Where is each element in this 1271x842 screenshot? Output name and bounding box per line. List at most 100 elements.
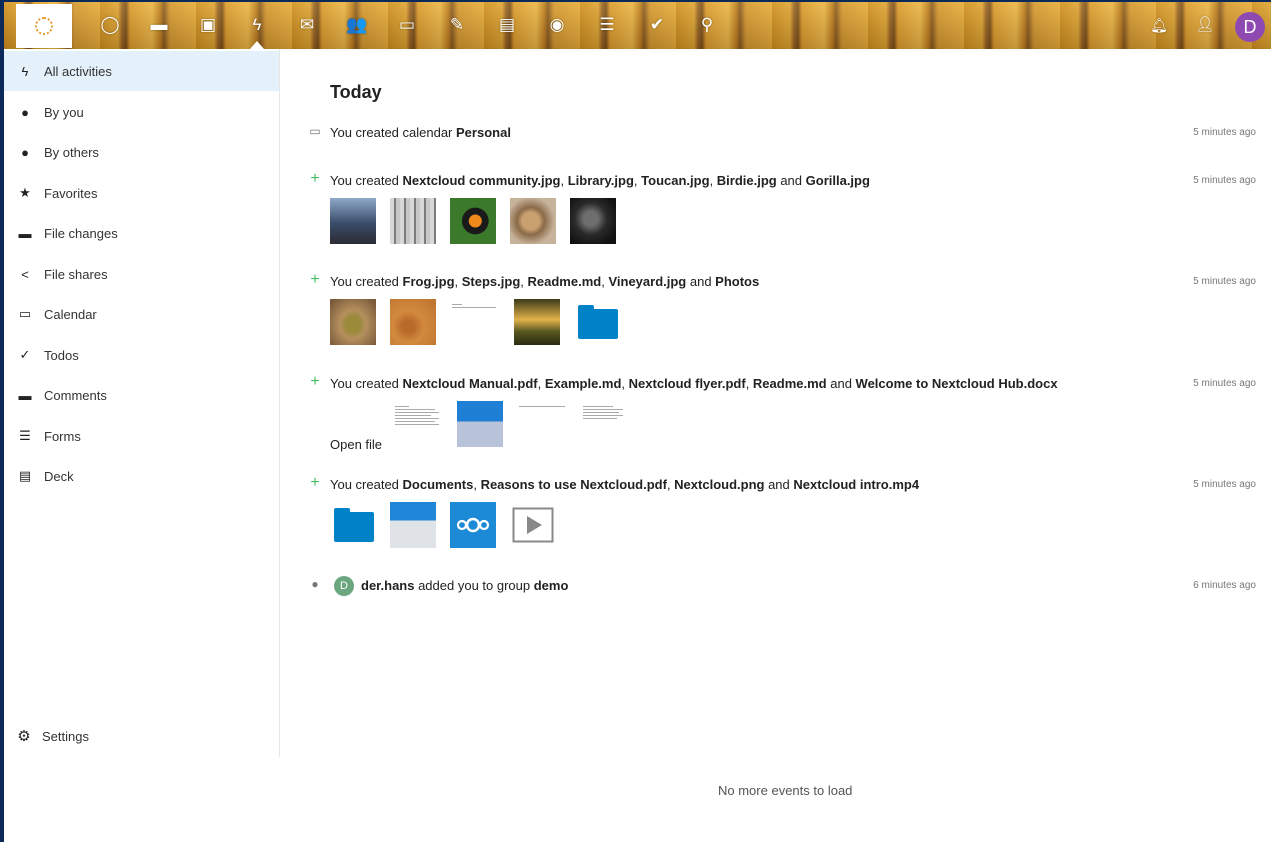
top-header: ◯ ▬ ▣ ϟ ✉ 👥 ▭ ✎ ▤ ◉ ☰ ✔ ⚲ 🔔︎ 👤︎ D <box>4 2 1271 49</box>
sidebar-item-forms[interactable]: ☰ Forms <box>4 416 279 456</box>
files-icon[interactable]: ▬ <box>148 14 170 36</box>
preview-row <box>330 198 616 244</box>
folder-icon: ▬ <box>18 225 32 241</box>
sidebar: ϟ All activities ● By you ● By others ★ … <box>4 49 280 757</box>
activity-time: 5 minutes ago <box>1193 378 1256 389</box>
plus-icon: + <box>310 271 320 288</box>
doc-line <box>583 406 613 407</box>
contacts-menu-icon[interactable]: 👤︎ <box>1194 14 1216 36</box>
doc-line <box>395 424 439 425</box>
image-thumbnail[interactable] <box>450 198 496 244</box>
sidebar-item-label: Comments <box>44 387 107 403</box>
play-icon <box>512 507 554 543</box>
sidebar-item-label: File shares <box>44 266 108 282</box>
search-icon[interactable]: ⚲ <box>696 14 718 36</box>
activity-text: You created calendar Personal <box>330 125 511 140</box>
person-icon: ● <box>21 104 29 120</box>
image-thumbnail[interactable] <box>390 299 436 345</box>
plus-icon: + <box>310 373 320 390</box>
sidebar-item-label: Forms <box>44 428 81 444</box>
doc-line <box>452 307 496 308</box>
share-icon: < <box>21 266 29 282</box>
sidebar-item-comments[interactable]: ▬ Comments <box>4 375 279 415</box>
calendar-icon: ▭ <box>18 306 32 321</box>
video-thumbnail[interactable] <box>510 502 556 548</box>
activity-stream: Today ▭ You created calendar Personal 5 … <box>281 49 1271 842</box>
contacts-icon[interactable]: 👥 <box>346 14 368 36</box>
activity-text: You created Nextcloud Manual.pdf, Exampl… <box>330 376 1058 391</box>
deck-icon[interactable]: ▤ <box>496 14 518 36</box>
notes-icon[interactable]: ✎ <box>446 14 468 36</box>
bell-icon[interactable]: 🔔︎ <box>1148 14 1170 36</box>
sidebar-item-file-changes[interactable]: ▬ File changes <box>4 213 279 253</box>
tasks-icon[interactable]: ✔ <box>646 14 668 36</box>
forms-icon[interactable]: ☰ <box>596 14 618 36</box>
doc-line <box>395 421 435 422</box>
document-thumbnail[interactable] <box>457 401 503 447</box>
sidebar-item-todos[interactable]: ✓ Todos <box>4 335 279 375</box>
sidebar-item-file-shares[interactable]: < File shares <box>4 254 279 294</box>
preview-row <box>330 502 556 548</box>
plus-icon: + <box>310 170 320 187</box>
image-thumbnail[interactable] <box>570 198 616 244</box>
sidebar-item-by-others[interactable]: ● By others <box>4 132 279 172</box>
open-file-link[interactable]: Open file <box>330 437 382 452</box>
activity-time: 5 minutes ago <box>1193 175 1256 186</box>
sidebar-item-label: File changes <box>44 225 118 241</box>
calendar-icon[interactable]: ▭ <box>396 14 418 36</box>
image-thumbnail[interactable] <box>390 198 436 244</box>
dashboard-icon[interactable]: ◯ <box>99 14 121 36</box>
people-icon: ● <box>21 144 29 160</box>
sidebar-item-label: By others <box>44 144 99 160</box>
doc-line <box>395 409 435 410</box>
photos-icon[interactable]: ▣ <box>197 14 219 36</box>
sidebar-item-label: Deck <box>44 468 74 484</box>
doc-line <box>395 412 439 413</box>
logo-sun-icon <box>35 17 53 35</box>
document-thumbnail[interactable] <box>390 502 436 548</box>
image-thumbnail[interactable] <box>514 299 560 345</box>
image-thumbnail[interactable] <box>330 198 376 244</box>
deck-icon: ▤ <box>18 468 32 483</box>
document-thumbnail[interactable] <box>393 401 443 447</box>
nextcloud-logo-icon <box>456 517 490 533</box>
preview-row <box>393 401 631 447</box>
doc-line <box>395 406 409 407</box>
folder-icon[interactable] <box>330 502 376 548</box>
activity-time: 6 minutes ago <box>1193 580 1256 591</box>
activity-text: You created Documents, Reasons to use Ne… <box>330 477 920 492</box>
activity-text: You created Nextcloud community.jpg, Lib… <box>330 173 870 188</box>
logo[interactable] <box>16 4 72 48</box>
avatar[interactable]: D <box>334 576 354 596</box>
sidebar-item-calendar[interactable]: ▭ Calendar <box>4 294 279 334</box>
active-app-indicator <box>250 41 264 49</box>
sidebar-item-deck[interactable]: ▤ Deck <box>4 456 279 496</box>
image-thumbnail[interactable] <box>510 198 556 244</box>
folder-icon[interactable] <box>574 299 620 345</box>
document-thumbnail[interactable] <box>517 401 567 447</box>
sidebar-item-label: All activities <box>44 63 112 79</box>
settings-label: Settings <box>42 728 89 744</box>
doc-line <box>583 415 623 416</box>
document-thumbnail[interactable] <box>450 299 500 345</box>
sidebar-item-favorites[interactable]: ★ Favorites <box>4 173 279 213</box>
preview-row <box>330 299 620 345</box>
user-avatar[interactable]: D <box>1235 12 1265 42</box>
doc-line <box>395 415 431 416</box>
doc-line <box>395 418 439 419</box>
podcast-icon[interactable]: ◉ <box>546 14 568 36</box>
activity-icon[interactable]: ϟ <box>246 14 268 36</box>
sidebar-item-label: Todos <box>44 347 79 363</box>
settings-button[interactable]: ⚙ Settings <box>4 718 279 754</box>
document-thumbnail[interactable] <box>581 401 631 447</box>
doc-line <box>583 409 623 410</box>
image-thumbnail[interactable] <box>450 502 496 548</box>
gear-icon: ⚙ <box>17 728 31 745</box>
sidebar-item-by-you[interactable]: ● By you <box>4 92 279 132</box>
sidebar-item-all-activities[interactable]: ϟ All activities <box>4 51 279 91</box>
comment-icon: ▬ <box>18 387 32 403</box>
calendar-icon: ▭ <box>309 124 321 138</box>
doc-line <box>583 412 619 413</box>
mail-icon[interactable]: ✉ <box>296 14 318 36</box>
image-thumbnail[interactable] <box>330 299 376 345</box>
